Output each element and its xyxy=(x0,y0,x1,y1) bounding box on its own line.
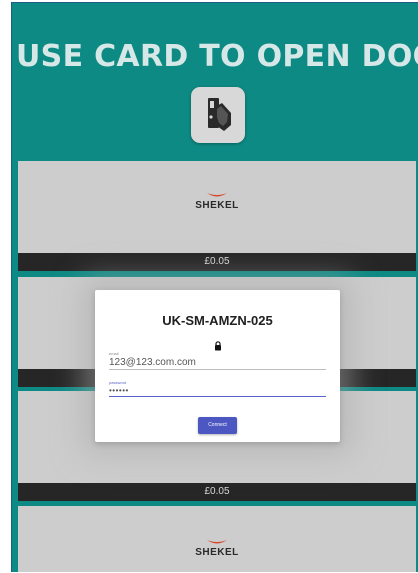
kiosk-screen: USE CARD TO OPEN DOOR SHEKEL £0.05 £0.05… xyxy=(11,2,418,572)
dialog-title: UK-SM-AMZN-025 xyxy=(162,313,273,328)
price-bar: £0.05 xyxy=(18,483,416,501)
brand-logo: SHEKEL xyxy=(18,191,416,211)
brand-name: SHEKEL xyxy=(195,547,239,558)
price-bar: £0.05 xyxy=(18,253,416,271)
swoosh-icon xyxy=(207,193,227,197)
brand-name: SHEKEL xyxy=(195,200,239,211)
page-title: USE CARD TO OPEN DOOR xyxy=(16,39,418,74)
swoosh-icon xyxy=(207,540,227,544)
brand-logo: SHEKEL xyxy=(18,538,416,558)
hand-card-door-icon[interactable] xyxy=(191,87,245,143)
connect-button[interactable]: Connect xyxy=(198,417,237,434)
lock-icon xyxy=(215,341,221,351)
product-tile[interactable]: SHEKEL xyxy=(18,506,416,572)
email-label: email xyxy=(109,351,119,356)
password-field[interactable]: •••••• xyxy=(109,386,326,397)
product-tile[interactable]: SHEKEL xyxy=(18,161,416,253)
login-dialog: UK-SM-AMZN-025 email 123@123.com.com pas… xyxy=(95,290,340,442)
password-label: password xyxy=(109,380,127,385)
email-field[interactable]: 123@123.com.com xyxy=(109,357,326,370)
